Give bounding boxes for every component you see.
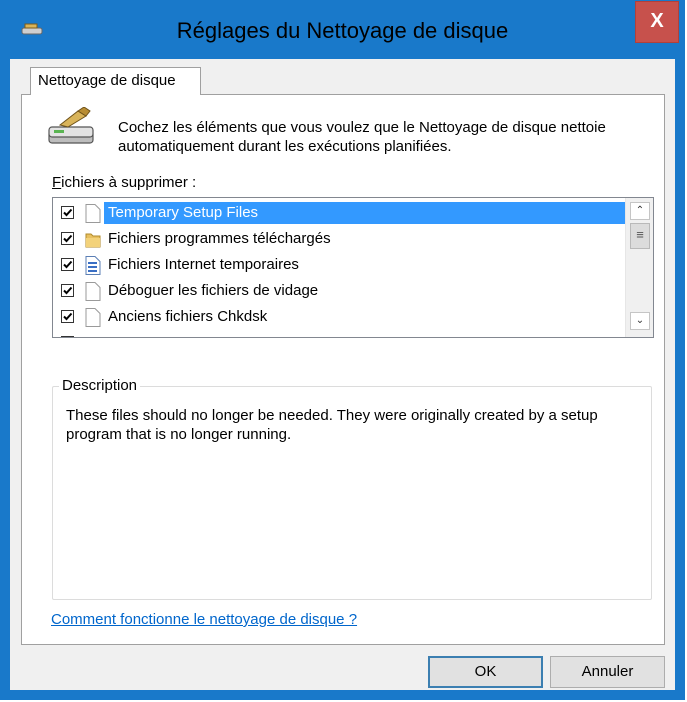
window-title: Réglages du Nettoyage de disque [176,18,509,43]
list-item-partial[interactable] [53,331,623,337]
description-legend: Description [59,377,141,394]
checkbox[interactable] [61,206,74,219]
files-label-rest: ichiers à supprimer : [61,174,197,191]
folder-icon [85,233,101,248]
list-item[interactable]: Temporary Setup Files [53,201,625,226]
close-button[interactable]: X [635,1,679,43]
scroll-up-button[interactable]: ⌃ [630,202,650,220]
blank-file-icon [85,308,101,327]
blank-file-icon [85,204,101,223]
checkbox[interactable] [61,284,74,297]
ok-button[interactable]: OK [428,656,543,688]
list-item-label: Temporary Setup Files [108,204,259,221]
cancel-button[interactable]: Annuler [550,656,665,688]
checkbox[interactable] [61,232,74,245]
files-listbox[interactable]: Temporary Setup Files Fichiers programme… [52,197,654,338]
intro-text: Cochez les éléments que vous voulez que … [118,119,606,155]
checkbox[interactable] [61,310,74,323]
scroll-down-button[interactable]: ⌄ [630,312,650,330]
list-item-label: Fichiers Internet temporaires [108,256,299,273]
list-item[interactable]: Anciens fichiers Chkdsk [53,305,623,330]
scroll-thumb[interactable]: ≡ [630,223,650,249]
frame-left [1,59,10,699]
list-item[interactable]: Fichiers programmes téléchargés [53,227,623,252]
vertical-scrollbar[interactable]: ⌃ ≡ ⌄ [625,198,653,337]
frame-bottom [1,690,684,699]
checkbox[interactable] [61,336,74,337]
help-link[interactable]: Comment fonctionne le nettoyage de disqu… [51,611,357,628]
list-item[interactable]: Déboguer les fichiers de vidage [53,279,623,304]
list-item-label: Fichiers programmes téléchargés [108,230,331,247]
disk-cleanup-icon [48,107,94,144]
checkbox[interactable] [61,258,74,271]
title-bar[interactable]: Réglages du Nettoyage de disque X [1,1,684,59]
tab-disk-cleanup[interactable]: Nettoyage de disque [30,67,201,95]
files-to-delete-label: Fichiers à supprimer : [52,174,196,191]
files-label-accesskey: F [52,174,62,191]
list-item-label: Déboguer les fichiers de vidage [108,282,319,299]
blank-file-icon [85,282,101,301]
list-item-label: Anciens fichiers Chkdsk [108,308,268,325]
description-text: These files should no longer be needed. … [66,407,598,443]
list-item[interactable]: Fichiers Internet temporaires [53,253,623,278]
document-icon [85,256,101,275]
frame-right [675,59,684,699]
